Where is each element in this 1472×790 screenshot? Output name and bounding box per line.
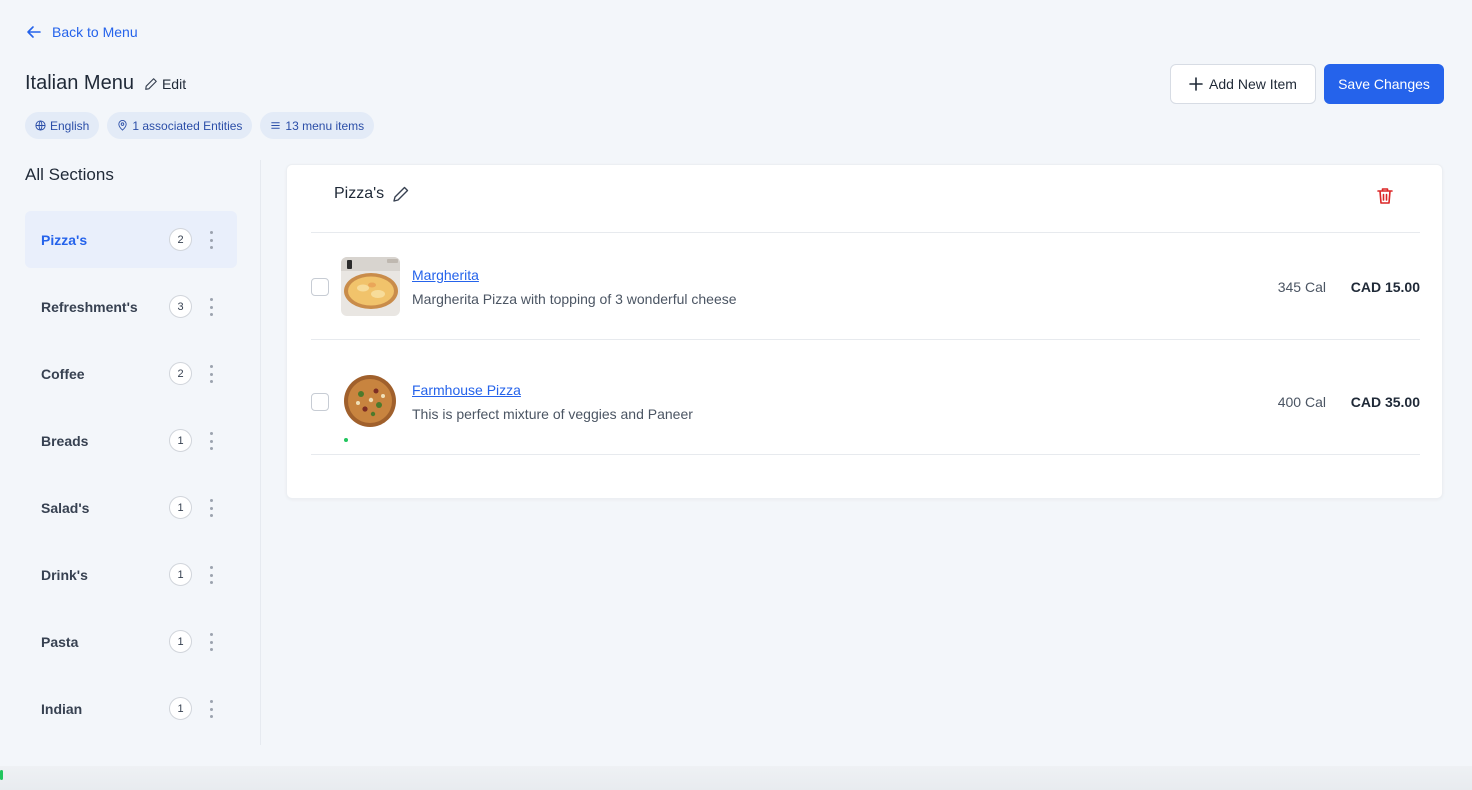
item-checkbox[interactable] [311,278,329,296]
section-title-row: Pizza's [334,185,410,203]
more-vertical-icon[interactable] [206,698,216,720]
sidebar-item-pizzas[interactable]: Pizza's 2 [25,211,237,268]
sidebar-item-indian[interactable]: Indian 1 [25,680,237,737]
section-label: Pizza's [41,231,88,248]
item-price: CAD 35.00 [1350,394,1420,410]
section-count-badge: 3 [169,295,192,318]
edit-label: Edit [161,75,187,92]
trash-icon[interactable] [1376,186,1394,206]
section-count-badge: 1 [169,563,192,586]
item-name-link[interactable]: Farmhouse Pizza [412,382,521,398]
section-label: Salad's [41,499,90,516]
menu-items-chip-label: 13 menu items [285,118,365,133]
section-list: Pizza's 2 Refreshment's 3 Coffee 2 Bread… [25,211,237,747]
item-name-link[interactable]: Margherita [412,267,479,283]
item-price: CAD 15.00 [1350,279,1420,295]
language-chip-label: English [50,118,90,133]
section-count-badge: 2 [169,228,192,251]
section-title: Pizza's [334,185,385,202]
back-to-menu-label: Back to Menu [52,24,138,40]
menu-items-chip: 13 menu items [260,112,375,139]
back-to-menu-link[interactable]: Back to Menu [26,24,138,40]
veg-indicator-icon [344,438,348,442]
section-label: Pasta [41,633,79,650]
section-label: Indian [41,700,83,717]
sidebar-item-breads[interactable]: Breads 1 [25,412,237,469]
title-row: Italian Menu Edit [25,72,186,95]
divider [311,454,1420,455]
divider [311,339,1420,340]
margherita-pizza-image [341,257,400,316]
more-vertical-icon[interactable] [206,229,216,251]
section-label: Refreshment's [41,298,138,315]
item-description: Margherita Pizza with topping of 3 wonde… [412,291,737,307]
item-description: This is perfect mixture of veggies and P… [412,406,693,422]
location-pin-icon [118,120,127,131]
more-vertical-icon[interactable] [206,631,216,653]
sidebar-item-refreshments[interactable]: Refreshment's 3 [25,278,237,335]
section-label: Drink's [41,566,88,583]
more-vertical-icon[interactable] [206,564,216,586]
entities-chip-label: 1 associated Entities [132,118,243,133]
add-new-item-label: Add New Item [1209,76,1297,92]
item-calories: 345 Cal [1277,279,1326,295]
sidebar-item-salads[interactable]: Salad's 1 [25,479,237,536]
language-chip: English [25,112,100,139]
pencil-icon[interactable] [392,185,410,203]
section-count-badge: 1 [169,697,192,720]
menu-meta-chips: English 1 associated Entities 13 menu it… [25,112,375,139]
menu-item-row: Farmhouse Pizza This is perfect mixture … [311,348,1420,454]
more-vertical-icon[interactable] [206,430,216,452]
all-sections-heading: All Sections [25,165,114,184]
save-changes-button[interactable]: Save Changes [1324,64,1444,104]
entities-chip: 1 associated Entities [107,112,253,139]
plus-icon [1189,77,1203,91]
menu-item-row: Margherita Margherita Pizza with topping… [311,233,1420,339]
more-vertical-icon[interactable] [206,296,216,318]
section-label: Coffee [41,365,85,382]
pencil-icon [145,77,157,90]
section-count-badge: 2 [169,362,192,385]
list-icon [271,122,281,129]
globe-icon [35,120,46,131]
item-thumbnail [341,372,400,431]
page-title: Italian Menu [25,72,134,94]
bottom-bar [0,766,1472,790]
farmhouse-pizza-image [341,372,400,431]
item-checkbox[interactable] [311,393,329,411]
item-thumbnail [341,257,400,316]
section-label: Breads [41,432,89,449]
edit-menu-button[interactable]: Edit [144,76,186,92]
more-vertical-icon[interactable] [206,497,216,519]
sidebar-item-drinks[interactable]: Drink's 1 [25,546,237,603]
section-count-badge: 1 [169,496,192,519]
sidebar-divider [260,160,261,745]
status-indicator [0,770,3,780]
sidebar-item-pasta[interactable]: Pasta 1 [25,613,237,670]
section-card: Pizza's Margherita Margherita Pizza with… [286,164,1443,499]
sidebar-item-coffee[interactable]: Coffee 2 [25,345,237,402]
arrow-left-icon [27,26,41,38]
section-count-badge: 1 [169,429,192,452]
more-vertical-icon[interactable] [206,363,216,385]
add-new-item-button[interactable]: Add New Item [1170,64,1316,104]
section-count-badge: 1 [169,630,192,653]
item-calories: 400 Cal [1277,394,1326,410]
